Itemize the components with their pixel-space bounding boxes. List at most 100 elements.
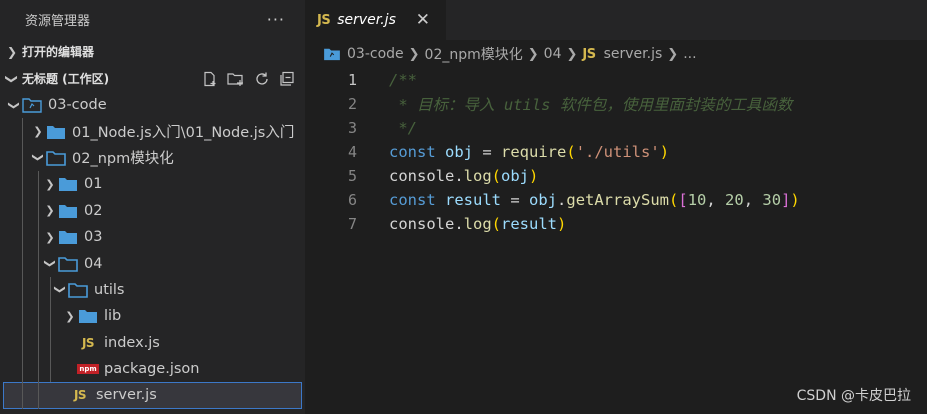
number-token: 20 [725, 191, 744, 209]
chevron-right-icon: ❯ [408, 46, 420, 62]
line-number: 5 [347, 167, 357, 185]
folder-icon [58, 228, 78, 246]
code-editor[interactable]: 1 /** 2 * 目标：导入 utils 软件包，使用里面封装的工具函数 3 … [305, 68, 927, 236]
indent-guide [22, 276, 23, 304]
explorer-sidebar: 资源管理器 ··· ❯ 打开的编辑器 ❯ 无标题 (工作区) ❯ 03-code… [0, 0, 305, 414]
chevron-right-icon: ❯ [33, 125, 43, 139]
chevron-right-icon: ❯ [6, 44, 18, 59]
refresh-icon[interactable] [254, 71, 270, 87]
js-file-icon: JS [81, 335, 95, 350]
open-editors-section[interactable]: ❯ 打开的编辑器 [0, 38, 305, 65]
string-token: './utils' [575, 143, 660, 161]
tree-item-package-json[interactable]: npm package.json [0, 355, 305, 383]
explorer-title: 资源管理器 [25, 13, 91, 29]
keyword-token: const [389, 191, 436, 209]
tree-item-label: 01_Node.js入门\01_Node.js入门 [72, 125, 295, 142]
operator-token: = [501, 191, 530, 209]
indent-guide [50, 329, 51, 356]
line-number: 2 [347, 95, 357, 113]
variable-token: obj [501, 167, 530, 185]
variable-token: obj [445, 143, 474, 161]
indent-guide [22, 171, 23, 198]
watermark: CSDN @卡皮巴拉 [796, 388, 911, 404]
indent-guide [22, 303, 23, 330]
tree-item-utils[interactable]: ❯ utils [0, 276, 305, 304]
tree-item-03-code[interactable]: ❯ 03-code [0, 92, 305, 118]
keyword-token: const [389, 143, 436, 161]
indent-guide [38, 223, 39, 251]
indent-guide [38, 171, 39, 198]
tree-item-03[interactable]: ❯ 03 [0, 223, 305, 251]
code-line: 1 /** [305, 68, 927, 92]
more-actions-icon[interactable]: ··· [267, 10, 285, 29]
code-line: 2 * 目标：导入 utils 软件包，使用里面封装的工具函数 [305, 92, 927, 116]
chevron-right-icon: ❯ [566, 46, 578, 62]
tree-item-01-node[interactable]: ❯ 01_Node.js入门\01_Node.js入门 [0, 118, 305, 145]
folder-open-icon [68, 281, 88, 299]
open-editors-label: 打开的编辑器 [22, 45, 95, 59]
tab-label: server.js [337, 12, 396, 28]
js-file-icon: JS [73, 388, 87, 403]
workspace-folder-icon [22, 96, 42, 114]
indent-guide [38, 355, 39, 383]
tree-item-01[interactable]: ❯ 01 [0, 171, 305, 198]
tree-item-label: 03-code [48, 97, 107, 114]
indent-guide [22, 329, 23, 356]
chevron-right-icon: ❯ [527, 46, 539, 62]
collapse-all-icon[interactable] [279, 71, 295, 87]
breadcrumb-item[interactable]: server.js [604, 46, 663, 62]
chevron-down-icon: ❯ [53, 285, 67, 295]
workspace-section[interactable]: ❯ 无标题 (工作区) [0, 65, 305, 92]
line-number: 6 [347, 191, 357, 209]
breadcrumb-item[interactable]: ... [683, 46, 696, 62]
indent-guide [22, 250, 23, 277]
js-file-icon: JS [582, 46, 596, 62]
variable-token: result [501, 215, 558, 233]
folder-icon [58, 175, 78, 193]
tree-item-lib[interactable]: ❯ lib [0, 303, 305, 330]
operator-token: = [473, 143, 502, 161]
close-icon[interactable]: ✕ [416, 10, 430, 30]
function-token: getArraySum [566, 191, 670, 209]
tree-item-server-js[interactable]: JS server.js [3, 382, 302, 409]
indent-guide [22, 355, 23, 383]
tree-item-04[interactable]: ❯ 04 [0, 250, 305, 277]
indent-guide [22, 144, 23, 172]
indent-guide [22, 223, 23, 251]
folder-icon [78, 307, 98, 325]
tree-item-index-js[interactable]: JS index.js [0, 329, 305, 356]
variable-token: result [445, 191, 502, 209]
indent-guide [50, 355, 51, 383]
chevron-down-icon: ❯ [5, 73, 19, 84]
breadcrumb-item[interactable]: 02_npm模块化 [425, 44, 523, 64]
identifier-token: console [389, 215, 455, 233]
indent-guide [22, 118, 23, 145]
indent-guide [22, 197, 23, 224]
comment-token: * 目标：导入 utils 软件包，使用里面封装的工具函数 [389, 96, 793, 114]
indent-guide [50, 276, 51, 304]
breadcrumb: 03-code ❯ 02_npm模块化 ❯ 04 ❯ JS server.js … [305, 40, 927, 68]
indent-guide [22, 382, 23, 409]
tree-item-label: 04 [84, 255, 103, 272]
tree-item-label: 02_npm模块化 [72, 151, 174, 168]
chevron-right-icon: ❯ [667, 46, 679, 62]
explorer-header: 资源管理器 ··· [0, 0, 305, 38]
breadcrumb-item[interactable]: 04 [544, 46, 562, 62]
tab-server-js[interactable]: JS server.js ✕ [305, 0, 446, 40]
indent-guide [38, 303, 39, 330]
chevron-right-icon: ❯ [45, 230, 55, 244]
tree-item-02-npm[interactable]: ❯ 02_npm模块化 [0, 144, 305, 172]
new-file-icon[interactable] [202, 71, 218, 87]
chevron-down-icon: ❯ [43, 258, 57, 269]
identifier-token: console [389, 167, 455, 185]
indent-guide [50, 303, 51, 330]
indent-guide [38, 276, 39, 304]
workspace-label: 无标题 (工作区) [22, 72, 110, 86]
function-token: require [501, 143, 567, 161]
tree-item-02[interactable]: ❯ 02 [0, 197, 305, 224]
function-token: log [463, 215, 492, 233]
js-file-icon: JS [317, 12, 331, 28]
number-token: 10 [687, 191, 707, 209]
new-folder-icon[interactable] [227, 71, 245, 87]
breadcrumb-item[interactable]: 03-code [347, 46, 404, 62]
